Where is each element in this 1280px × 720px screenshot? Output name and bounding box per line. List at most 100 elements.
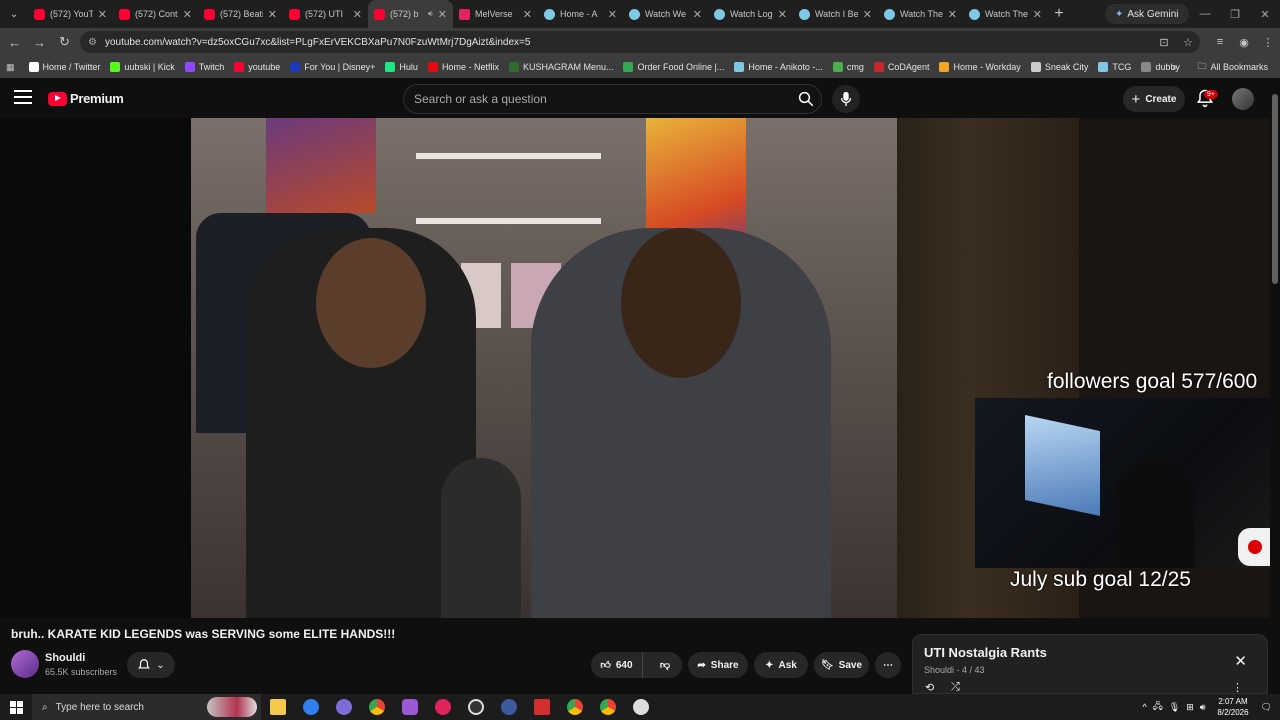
video-player[interactable]: followers goal 577/600 July sub goal 12/… [0, 118, 1270, 618]
like-button[interactable]: 👍︎ 640 [591, 652, 643, 678]
share-button[interactable]: ➦ Share [688, 652, 748, 678]
close-tab-icon[interactable]: ✕ [948, 8, 957, 21]
browser-tab[interactable]: (572) Cont ✕ [113, 0, 198, 28]
obs-taskbar-icon[interactable] [459, 694, 492, 720]
bookmark-item[interactable]: Home - Anikoto -... [734, 62, 823, 72]
tray-chevron-icon[interactable]: ^ [1142, 702, 1146, 712]
close-tab-icon[interactable]: ✕ [863, 8, 872, 21]
new-tab-button[interactable]: + [1048, 5, 1070, 23]
windows-start-button[interactable] [0, 694, 32, 720]
dislike-button[interactable]: 👎︎ [648, 652, 682, 678]
bookmark-item[interactable]: Home / Twitter [28, 62, 100, 72]
vs-code-taskbar-icon[interactable] [294, 694, 327, 720]
pdf-reader-taskbar-icon[interactable] [525, 694, 558, 720]
loop-playlist-icon[interactable]: ⟲ [925, 681, 934, 694]
browser-tab[interactable]: Watch Log ✕ [708, 0, 793, 28]
notification-center-icon[interactable]: 🗨︎ [1261, 702, 1272, 713]
close-playlist-icon[interactable]: ✕ [1234, 652, 1247, 670]
playlist-channel[interactable]: Shouldi [924, 665, 954, 675]
ask-button[interactable]: ✦ Ask [754, 652, 808, 678]
bookmark-item[interactable]: Home - Netflix [427, 62, 499, 72]
browser-tab[interactable]: (572) Beati ✕ [198, 0, 283, 28]
channel-avatar[interactable] [11, 650, 39, 678]
chrome-taskbar-icon[interactable] [360, 694, 393, 720]
account-avatar[interactable] [1232, 88, 1254, 110]
bookmark-star-icon[interactable]: ☆ [1176, 36, 1200, 49]
create-button[interactable]: + Create [1123, 86, 1185, 112]
close-tab-icon[interactable]: ✕ [693, 8, 702, 21]
profile-icon[interactable]: ◉ [1232, 36, 1256, 49]
media-control-icon[interactable]: ≡ [1208, 36, 1232, 48]
more-actions-button[interactable]: ⋯ [875, 652, 901, 678]
restore-button[interactable]: ❐ [1220, 0, 1250, 28]
scrollbar-thumb[interactable] [1272, 94, 1278, 284]
close-tab-icon[interactable]: ✕ [353, 8, 362, 21]
tray-microphone-icon[interactable]: 🎙︎ [1169, 702, 1180, 713]
back-button[interactable]: ← [2, 28, 27, 56]
playlist-more-icon[interactable]: ⋮ [1232, 681, 1243, 694]
chrome-profile-taskbar-icon[interactable] [558, 694, 591, 720]
browser-tab[interactable]: MelVerse ✕ [453, 0, 538, 28]
channel-name[interactable]: Shouldi [45, 652, 85, 664]
close-tab-icon[interactable]: ✕ [608, 8, 617, 21]
bookmark-item[interactable]: Sneak City [1030, 62, 1088, 72]
browser-tab[interactable]: Watch The ✕ [963, 0, 1048, 28]
minimize-button[interactable]: — [1190, 0, 1220, 28]
subscription-notifications-button[interactable]: ⌄ [127, 652, 175, 678]
browser-tab[interactable]: (572) YouT ✕ [28, 0, 113, 28]
bookmark-item[interactable]: CoDAgent [873, 62, 929, 72]
site-info-icon[interactable]: ⚙ [88, 37, 97, 48]
tab-search-button[interactable]: ⌄ [0, 0, 28, 28]
install-app-icon[interactable]: ⊡ [1152, 36, 1176, 49]
close-tab-icon[interactable]: ✕ [438, 8, 447, 21]
network-icon[interactable]: 🖧 [1153, 699, 1163, 715]
youtube-logo[interactable]: Premium [48, 91, 124, 106]
file-explorer-taskbar-icon[interactable] [261, 694, 294, 720]
apps-grid-icon[interactable]: ▦ [6, 62, 15, 73]
browser-menu-icon[interactable]: ⋮ [1256, 36, 1280, 49]
more-bookmarks-icon[interactable]: » [1172, 62, 1177, 72]
page-scrollbar[interactable] [1270, 78, 1280, 696]
chrome-profile-2-taskbar-icon[interactable] [591, 694, 624, 720]
close-tab-icon[interactable]: ✕ [268, 8, 277, 21]
close-tab-icon[interactable]: ✕ [523, 8, 532, 21]
bookmark-item[interactable]: uubski | Kick [110, 62, 175, 72]
close-tab-icon[interactable]: ✕ [1033, 8, 1042, 21]
browser-tab[interactable]: Watch We ✕ [623, 0, 708, 28]
taskbar-search-box[interactable]: ⌕ Type here to search [32, 694, 261, 720]
bookmark-item[interactable]: cmg [832, 62, 864, 72]
taskbar-clock[interactable]: 2:07 AM 8/2/2026 [1217, 696, 1248, 718]
address-bar[interactable]: ⚙ youtube.com/watch?v=dz5oxCGu7xc&list=P… [80, 31, 1200, 53]
tab-audio-icon[interactable]: 🔊︎ [428, 9, 433, 19]
media-player-taskbar-icon[interactable] [426, 694, 459, 720]
bookmark-item[interactable]: Order Food Online |... [623, 62, 724, 72]
close-tab-icon[interactable]: ✕ [183, 8, 192, 21]
forward-button[interactable]: → [27, 28, 52, 56]
close-window-button[interactable]: ✕ [1250, 0, 1280, 28]
bookmark-item[interactable]: Twitch [184, 62, 224, 72]
all-bookmarks-button[interactable]: 🗀 All Bookmarks [1197, 56, 1268, 78]
bookmark-item[interactable]: For You | Disney+ [290, 62, 375, 72]
bookmark-item[interactable]: youtube [234, 62, 280, 72]
close-tab-icon[interactable]: ✕ [778, 8, 787, 21]
guide-menu-icon[interactable] [14, 90, 32, 104]
save-button[interactable]: 🔖︎ Save [814, 652, 869, 678]
voice-search-button[interactable] [832, 85, 860, 113]
bookmark-item[interactable]: KUSHAGRAM Menu... [508, 62, 613, 72]
browser-tab[interactable]: (572) UTI ✕ [283, 0, 368, 28]
bookmark-item[interactable]: TCG [1098, 62, 1131, 72]
steam-taskbar-icon[interactable] [492, 694, 525, 720]
browser-tab[interactable]: Home - A ✕ [538, 0, 623, 28]
close-tab-icon[interactable]: ✕ [98, 8, 107, 21]
game-controller-taskbar-icon[interactable] [393, 694, 426, 720]
volume-icon[interactable]: 🔊︎ [1200, 702, 1206, 713]
bookmark-item[interactable]: Home - Workday [939, 62, 1021, 72]
reload-button[interactable]: ↻ [52, 28, 77, 56]
shuffle-icon[interactable]: ⤮ [951, 681, 960, 694]
browser-tab[interactable]: Watch The ✕ [878, 0, 963, 28]
discord-taskbar-icon[interactable] [327, 694, 360, 720]
playlist-title[interactable]: UTI Nostalgia Rants [924, 645, 1047, 660]
browser-tab[interactable]: Watch I Be ✕ [793, 0, 878, 28]
search-input[interactable] [414, 92, 791, 106]
tray-app-icon[interactable]: ⊞ [1186, 702, 1194, 713]
